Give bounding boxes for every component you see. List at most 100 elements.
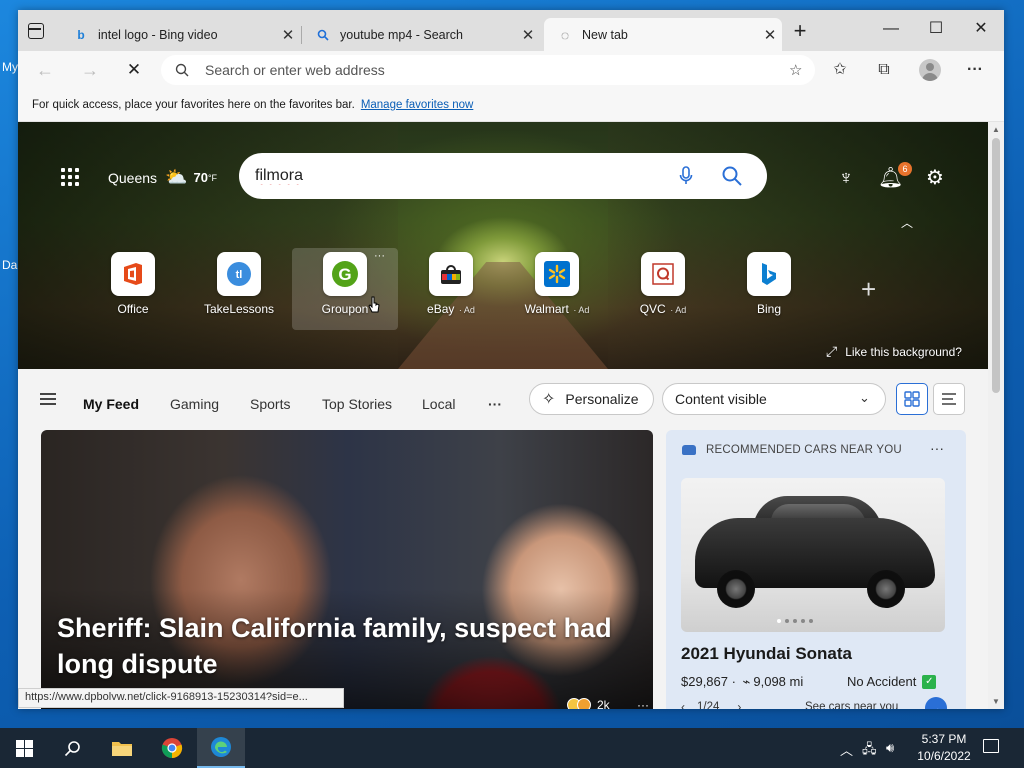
content-visibility-dropdown[interactable]: Content visible ⌄ (662, 383, 886, 415)
page-scrollbar[interactable]: ▲ ▼ (988, 122, 1004, 709)
quick-link-label: Bing (756, 302, 782, 316)
chrome-button[interactable] (148, 728, 196, 768)
profile-avatar[interactable] (919, 59, 941, 81)
rewards-icon[interactable]: ♆ (834, 166, 858, 190)
car-history-status: No Accident ✓ (847, 674, 937, 689)
action-center-icon[interactable] (983, 739, 999, 753)
close-tab-icon[interactable]: ✕ (516, 26, 540, 44)
groupon-icon: G (323, 252, 367, 296)
add-favorite-icon[interactable]: ☆ (789, 61, 802, 79)
feed-tab-gaming[interactable]: Gaming (170, 396, 219, 412)
card-more-options-icon[interactable]: ··· (930, 440, 944, 456)
page-settings-gear-icon[interactable]: ⚙ (923, 166, 947, 190)
volume-icon[interactable]: 🔊︎ (886, 740, 894, 756)
tab-new-tab[interactable]: ◌ New tab ✕ (544, 18, 782, 51)
car-icon (682, 445, 696, 455)
desktop-icon-label[interactable]: My (2, 60, 18, 74)
add-quick-link-icon[interactable]: + (861, 274, 876, 305)
quick-link-ebay[interactable]: eBay · Ad (411, 252, 491, 316)
taskbar-clock[interactable]: 5:37 PM 10/6/2022 (904, 731, 984, 765)
chevron-down-icon: ⌄ (859, 390, 870, 405)
minimize-icon[interactable]: — (868, 15, 914, 45)
tab-title: youtube mp4 - Search (340, 27, 463, 42)
ad-marker: · Ad (570, 305, 590, 315)
new-tab-button[interactable]: + (790, 20, 810, 42)
close-tab-icon[interactable]: ✕ (276, 26, 300, 44)
maximize-icon[interactable]: ☐ (913, 15, 959, 45)
weather-temperature: 70 (193, 170, 208, 185)
quick-link-walmart[interactable]: Walmart · Ad (517, 252, 597, 316)
web-search-input[interactable] (255, 167, 665, 185)
file-explorer-button[interactable] (98, 728, 146, 768)
quick-links: Office tl TakeLessons G Groupon ··· eBay… (18, 248, 988, 332)
car-title[interactable]: 2021 Hyundai Sonata (681, 644, 852, 664)
desktop-icon-label[interactable]: Da (2, 258, 17, 272)
quick-link-qvc[interactable]: QVC · Ad (623, 252, 703, 316)
feed-tab-local[interactable]: Local (422, 396, 455, 412)
main-story-headline[interactable]: Sheriff: Slain California family, suspec… (57, 610, 617, 682)
feed-more-icon[interactable]: ··· (488, 396, 502, 412)
close-window-icon[interactable]: ✕ (958, 15, 1004, 45)
feed-tab-top-stories[interactable]: Top Stories (322, 396, 392, 412)
search-submit-icon[interactable] (721, 165, 743, 187)
stop-loading-icon[interactable]: ✕ (121, 57, 147, 83)
taskbar-search-button[interactable] (48, 728, 96, 768)
previous-icon[interactable]: ‹ (681, 700, 685, 709)
tab-bing-video[interactable]: b intel logo - Bing video ✕ (60, 18, 300, 51)
grid-view-button[interactable] (896, 383, 928, 415)
forward-icon[interactable]: → (77, 57, 103, 83)
feed-tab-sports[interactable]: Sports (250, 396, 290, 412)
scroll-down-icon[interactable]: ▼ (992, 697, 1000, 706)
office-icon (111, 252, 155, 296)
quick-link-options-icon[interactable]: ··· (374, 250, 385, 262)
quick-link-bing[interactable]: Bing (729, 252, 809, 316)
car-photo[interactable] (681, 478, 945, 632)
scroll-up-icon[interactable]: ▲ (992, 125, 1000, 134)
settings-more-icon[interactable]: ··· (965, 60, 985, 80)
network-icon[interactable]: 🖧︎ (862, 740, 877, 762)
scrollbar-thumb[interactable] (992, 138, 1000, 393)
arrow-right-icon[interactable]: → (925, 697, 947, 709)
close-tab-icon[interactable]: ✕ (758, 26, 782, 44)
main-story-card[interactable]: Sheriff: Slain California family, suspec… (41, 430, 653, 709)
tray-overflow-icon[interactable]: ︿ (840, 740, 853, 759)
feed-menu-icon[interactable] (40, 393, 56, 405)
card-pager: 1/24 (697, 701, 720, 709)
collapse-chevron-icon[interactable]: ︿ (901, 214, 913, 231)
search-icon (64, 740, 80, 756)
quick-link-label: eBay · Ad (411, 302, 491, 316)
quick-link-office[interactable]: Office (93, 252, 173, 316)
story-reactions[interactable]: 2k (567, 698, 610, 709)
favorites-icon[interactable]: ✩ (830, 60, 850, 80)
edge-button[interactable] (197, 728, 245, 768)
personalize-button[interactable]: ✧ Personalize (529, 383, 654, 415)
feed-tab-my-feed[interactable]: My Feed (83, 396, 139, 412)
quick-link-takelessons[interactable]: tl TakeLessons (199, 252, 279, 316)
story-more-options-icon[interactable]: ··· (637, 698, 649, 709)
manage-favorites-link[interactable]: Manage favorites now (361, 99, 474, 111)
collections-icon[interactable]: ⧉ (874, 60, 894, 80)
address-input[interactable] (205, 62, 765, 78)
web-search-box[interactable] (239, 153, 767, 199)
list-view-button[interactable] (933, 383, 965, 415)
tab-actions-icon[interactable] (28, 23, 44, 39)
search-icon (175, 63, 189, 77)
address-bar[interactable]: ☆ (161, 55, 815, 85)
microphone-icon[interactable] (679, 166, 693, 186)
recommended-cars-card[interactable]: RECOMMENDED CARS NEAR YOU ··· 2021 Hyund… (666, 430, 966, 709)
next-icon[interactable]: › (737, 700, 741, 709)
quick-link-label: QVC · Ad (623, 302, 703, 316)
ad-text: Ad (675, 305, 687, 315)
quick-link-label: Office (117, 302, 149, 316)
weather-widget[interactable]: Queens ⛅ 70 °F (108, 167, 217, 188)
app-launcher-icon[interactable] (61, 168, 79, 186)
like-background-button[interactable]: ⤢ Like this background? (826, 343, 962, 360)
back-icon[interactable]: ← (32, 57, 58, 83)
start-button[interactable] (0, 728, 48, 768)
notification-count-badge: 6 (898, 162, 912, 176)
carousel-indicator[interactable] (777, 619, 813, 623)
see-cars-link[interactable]: See cars near you (805, 701, 898, 709)
svg-text:G: G (338, 265, 351, 284)
clock-time: 5:37 PM (921, 732, 967, 746)
tab-youtube-search[interactable]: youtube mp4 - Search ✕ (302, 18, 540, 51)
